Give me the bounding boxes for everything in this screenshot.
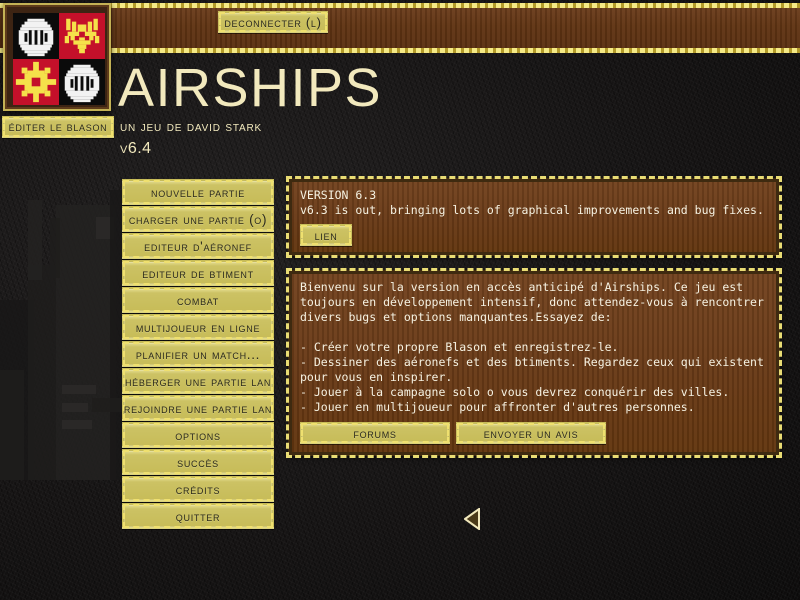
background-building [56,205,116,480]
send-feedback-button[interactable]: Envoyer un avis [456,422,606,444]
welcome-panel-body: Bienvenu sur la version en accès anticip… [300,280,764,414]
helmet-icon [64,64,100,103]
version-link-button[interactable]: Lien [300,224,352,246]
menu-item-label: Succès [177,454,219,470]
menu-item-label: Editeur de btiment [142,265,254,281]
coa-quadrant-bottom-right [59,59,105,105]
menu-item-online-multiplayer[interactable]: Multijoueur en ligne [122,314,274,340]
menu-item-join-lan-game[interactable]: Rejoindre une partie LAN [122,395,274,421]
menu-item-label: Planifier un match... [135,346,261,362]
page-subtitle: Un jeu de David Stark [120,118,263,134]
menu-item-achievements[interactable]: Succès [122,449,274,475]
gear-sun-icon [15,61,57,103]
background-building [92,398,126,412]
menu-item-host-lan-game[interactable]: Héberger une partie LAN [122,368,274,394]
welcome-panel-actions: Forums Envoyer un avis [300,422,606,444]
version-label: v6.4 [120,140,152,157]
edit-coat-of-arms-label: Éditer le Blason [8,120,108,134]
triangle-left-cursor [464,508,480,530]
top-bar-border-top [0,3,800,8]
coa-quadrant-top-right [59,13,105,59]
menu-item-label: Editeur d'aéronef [144,238,252,254]
menu-item-new-game[interactable]: Nouvelle partie [122,179,274,205]
menu-item-label: Multijoueur en ligne [135,319,261,335]
version-panel-body: v6.3 is out, bringing lots of graphical … [300,203,764,217]
welcome-panel: Bienvenu sur la version en accès anticip… [286,268,782,458]
menu-item-building-editor[interactable]: Editeur de btiment [122,260,274,286]
forums-button-label: Forums [353,425,397,441]
menu-item-label: Rejoindre une partie LAN [123,400,273,416]
wings-icon [64,18,100,54]
version-link-label: Lien [314,227,338,243]
edit-coat-of-arms-button[interactable]: Éditer le Blason [2,116,114,138]
top-bar-border-bottom [0,48,800,53]
menu-item-label: Combat [176,292,220,308]
menu-item-combat[interactable]: Combat [122,287,274,313]
version-panel-heading: VERSION 6.3 [300,188,377,202]
menu-item-plan-match[interactable]: Planifier un match... [122,341,274,367]
coat-of-arms[interactable] [3,3,111,111]
background-building [28,265,56,480]
background-window [62,420,92,429]
menu-item-airship-editor[interactable]: Editeur d'aéronef [122,233,274,259]
disconnect-button-label: Deconnecter (L) [224,14,322,30]
helmet-icon [18,18,54,57]
forums-button[interactable]: Forums [300,422,450,444]
menu-item-load-game[interactable]: Charger une partie (O) [122,206,274,232]
menu-item-label: Crédits [175,481,221,497]
coa-quadrant-bottom-left [13,59,59,105]
menu-item-options[interactable]: Options [122,422,274,448]
menu-item-label: Nouvelle partie [151,184,245,200]
disconnect-button[interactable]: Deconnecter (L) [218,11,328,33]
menu-item-label: Héberger une partie LAN [124,373,272,389]
coa-quadrant-top-left [13,13,59,59]
page-title: AIRSHIPS [118,58,383,118]
send-feedback-button-label: Envoyer un avis [483,425,579,441]
main-menu: Nouvelle partie Charger une partie (O) E… [122,179,274,529]
menu-item-label: Options [175,427,221,443]
background-window [62,403,88,412]
menu-item-label: Charger une partie (O) [128,211,268,227]
background-building [50,218,60,278]
version-news-panel: VERSION 6.3 v6.3 is out, bringing lots o… [286,176,782,258]
coat-of-arms-shield [13,13,105,105]
menu-item-credits[interactable]: Crédits [122,476,274,502]
background-building [0,370,24,480]
background-window [62,385,96,394]
menu-item-quit[interactable]: Quitter [122,503,274,529]
menu-item-label: Quitter [175,508,221,524]
top-bar [0,3,800,53]
background-building [28,200,42,280]
